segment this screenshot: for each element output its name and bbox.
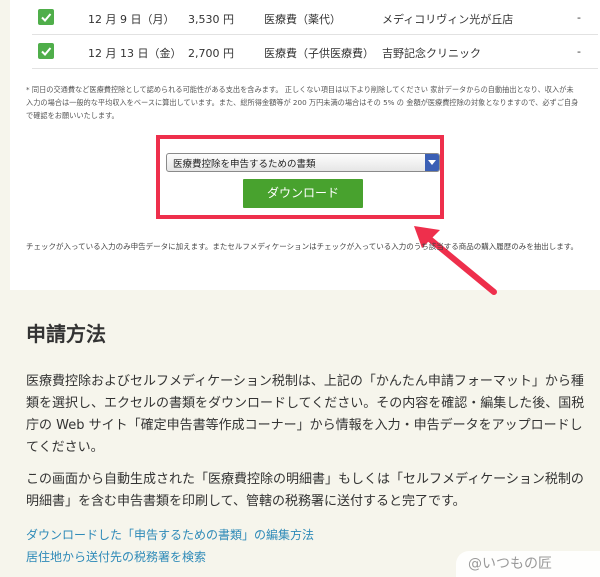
download-note: チェックが入っている入力のみ申告データに加えます。またセルフメディケーションはチ… [25, 242, 579, 251]
section-title: 申請方法 [26, 322, 106, 346]
row-amount: 2,700 円 [188, 47, 234, 60]
row-extra: - [577, 11, 581, 24]
row-extra: - [577, 45, 581, 58]
row-amount: 3,530 円 [188, 13, 234, 26]
table-row[interactable]: 12 月 13 日（金） 2,700 円 医療費（子供医療費） 吉野記念クリニッ… [32, 34, 598, 69]
table-row[interactable]: 12 月 9 日（月） 3,530 円 医療費（薬代） メディコリヴィン光が丘店… [32, 0, 598, 35]
row-provider: 吉野記念クリニック [382, 47, 481, 60]
section-paragraph: 医療費控除およびセルフメディケーション税制は、上記の「かんたん申請フォーマット」… [26, 374, 585, 455]
disclaimer-note: * 同日の交通費など医療費控除として認められる可能性がある支出を含みます。 正し… [26, 85, 579, 120]
row-category: 医療費（薬代） [264, 13, 341, 26]
edit-method-link[interactable]: ダウンロードした「申告するための書類」の編集方法 [26, 526, 314, 543]
watermark: @いつもの匠 [456, 551, 600, 577]
row-category: 医療費（子供医療費） [264, 47, 374, 60]
row-checkbox[interactable] [38, 43, 54, 59]
check-icon [41, 47, 52, 56]
page-margin [0, 0, 10, 577]
row-date: 12 月 13 日（金） [88, 47, 182, 60]
row-checkbox[interactable] [38, 9, 54, 25]
row-provider: メディコリヴィン光が丘店 [382, 13, 514, 26]
row-date: 12 月 9 日（月） [88, 13, 175, 26]
tax-office-search-link[interactable]: 居住地から送付先の税務署を検索 [26, 548, 206, 565]
check-icon [41, 13, 52, 22]
annotation-arrow-icon [414, 226, 497, 295]
section-paragraph: この画面から自動生成された「医療費控除の明細書」もしくは「セルフメディケーション… [26, 472, 584, 509]
highlight-box [156, 135, 444, 219]
